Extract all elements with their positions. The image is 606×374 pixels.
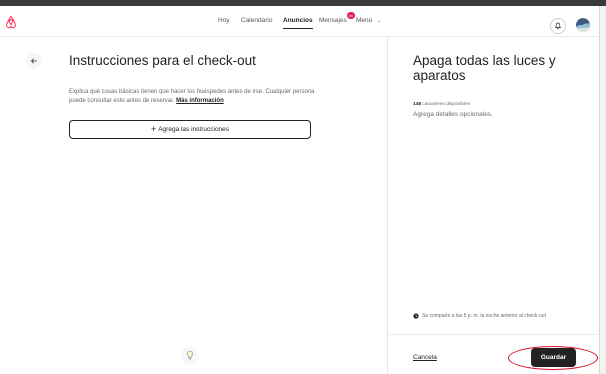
- chevron-down-icon: ⌄: [377, 18, 382, 24]
- back-button[interactable]: [26, 53, 42, 69]
- details-textarea[interactable]: Agrega detalles opcionales.: [413, 111, 493, 118]
- active-nav-underline: [283, 27, 313, 29]
- nav-item-label: Mensajes: [319, 17, 347, 24]
- more-info-link[interactable]: Más información: [176, 98, 224, 104]
- top-header: Hoy Calendario Anuncios Mensajes ••• Men…: [0, 6, 600, 37]
- sharing-note: Se comparte a las 5 p. m. la noche anter…: [413, 313, 546, 319]
- plus-icon: +: [150, 124, 157, 134]
- page-title: Instrucciones para el check-out: [69, 53, 256, 68]
- notification-badge: •••: [346, 12, 355, 19]
- nav-item-menu[interactable]: Menú ⌄: [356, 17, 381, 24]
- main-nav: Hoy Calendario Anuncios Mensajes ••• Men…: [0, 12, 600, 31]
- annotation-ring: [508, 346, 598, 370]
- detail-panel: [387, 37, 600, 374]
- checkout-description: Explica qué cosas básicas tienen que hac…: [69, 88, 324, 105]
- add-instructions-label: Agrega las instrucciones: [158, 126, 230, 133]
- tips-button[interactable]: [181, 346, 199, 364]
- nav-item-mensajes[interactable]: Mensajes •••: [319, 12, 355, 24]
- cancel-button[interactable]: Cancela: [413, 354, 437, 361]
- instruction-title: Apaga todas las luces y aparatos: [413, 53, 556, 83]
- nav-item-hoy[interactable]: Hoy: [218, 17, 230, 24]
- bell-icon: [554, 22, 562, 30]
- window-right-edge: [599, 6, 606, 374]
- clock-icon: [413, 313, 419, 319]
- characters-label: caracteres disponibles: [422, 102, 471, 107]
- nav-item-calendario[interactable]: Calendario: [241, 17, 272, 24]
- lightbulb-icon: [186, 350, 194, 360]
- arrow-left-icon: [31, 58, 37, 64]
- nav-item-label: Anuncios: [283, 17, 313, 24]
- footer-divider: [388, 334, 600, 335]
- nav-item-label: Menú: [356, 17, 373, 24]
- avatar[interactable]: [576, 18, 590, 32]
- characters-remaining: 148 caracteres disponibles: [413, 102, 470, 107]
- add-instructions-button[interactable]: + Agrega las instrucciones: [69, 120, 311, 139]
- sharing-note-text: Se comparte a las 5 p. m. la noche anter…: [422, 313, 546, 319]
- characters-count: 148: [413, 102, 422, 107]
- notifications-button[interactable]: [550, 18, 566, 34]
- nav-item-anuncios[interactable]: Anuncios: [283, 17, 313, 29]
